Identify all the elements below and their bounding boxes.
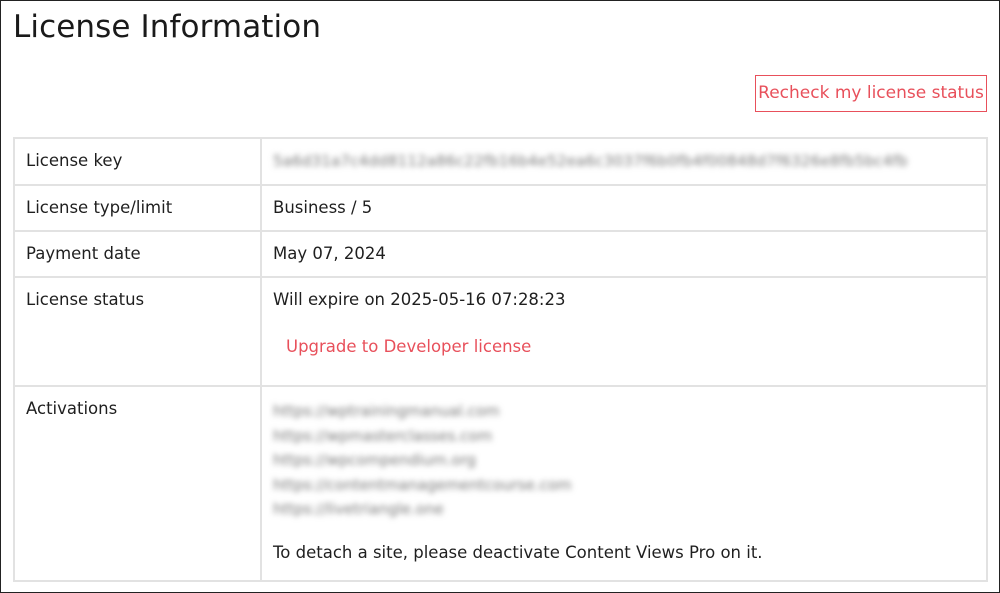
- activation-site: https://wpmasterclasses.com: [273, 426, 493, 445]
- activation-site: https://contentmanagementcourse.com: [273, 475, 572, 494]
- detach-note: To detach a site, please deactivate Cont…: [273, 542, 763, 562]
- table-row: Activations https://wptrainingmanual.com…: [13, 385, 988, 582]
- table-row: License key 5a6d31a7c4dd8112a86c22fb16b4…: [13, 137, 988, 186]
- license-key-value: 5a6d31a7c4dd8112a86c22fb16b4e52ea6c3037f…: [273, 152, 908, 170]
- activations-label: Activations: [13, 385, 262, 582]
- license-type-label: License type/limit: [13, 184, 262, 232]
- recheck-license-button[interactable]: Recheck my license status: [755, 75, 987, 112]
- license-panel: License Information Recheck my license s…: [0, 0, 1000, 593]
- license-status-value: Will expire on 2025-05-16 07:28:23: [273, 290, 566, 309]
- table-row: License status Will expire on 2025-05-16…: [13, 276, 988, 387]
- table-row: Payment date May 07, 2024: [13, 230, 988, 278]
- upgrade-developer-link[interactable]: Upgrade to Developer license: [286, 337, 531, 356]
- license-type-value: Business / 5: [260, 184, 988, 232]
- table-row: License type/limit Business / 5: [13, 184, 988, 232]
- activation-site: https://livetriangle.one: [273, 500, 444, 518]
- page-title: License Information: [13, 9, 322, 45]
- payment-date-value: May 07, 2024: [260, 230, 988, 278]
- payment-date-label: Payment date: [13, 230, 262, 278]
- activation-site: https://wpcompendium.org: [273, 451, 477, 469]
- activation-site: https://wptrainingmanual.com: [273, 402, 500, 420]
- license-key-label: License key: [13, 137, 262, 186]
- activations-list: https://wptrainingmanual.com https://wpm…: [273, 399, 975, 522]
- license-table: License key 5a6d31a7c4dd8112a86c22fb16b4…: [13, 137, 988, 582]
- license-status-label: License status: [13, 276, 262, 387]
